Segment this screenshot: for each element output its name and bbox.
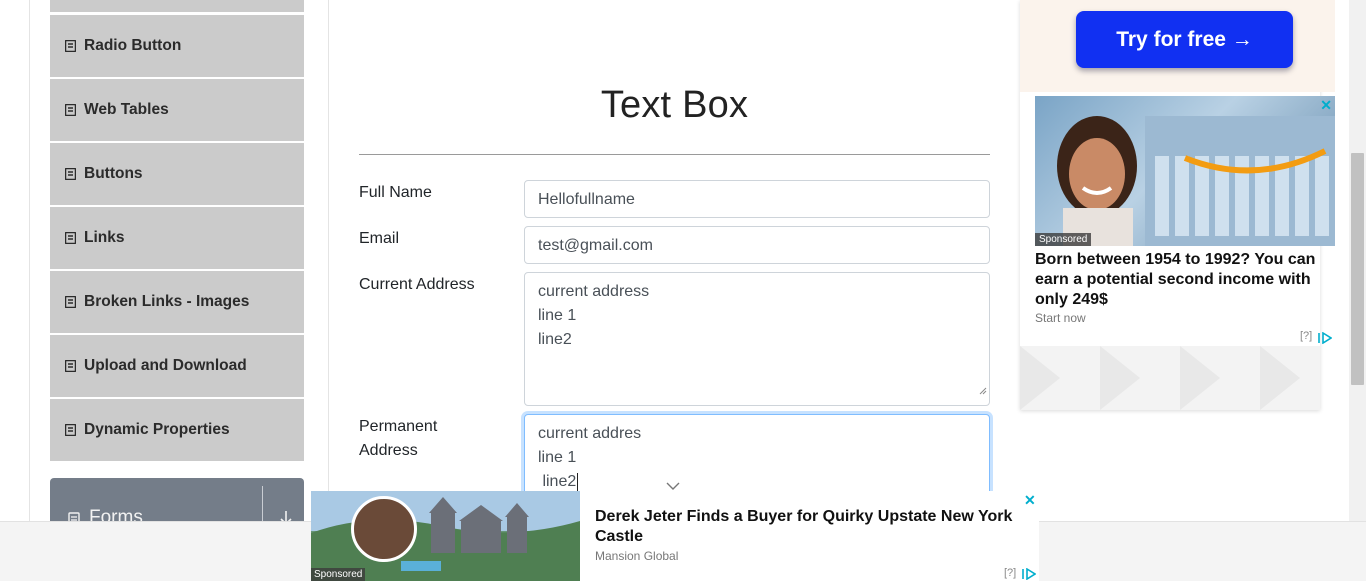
- page: Radio Button Web Tables Buttons Links Br…: [0, 0, 1366, 581]
- ad-image-graphic: [1057, 116, 1335, 246]
- sidebar-item-check-box[interactable]: [50, 0, 304, 12]
- resize-grip-icon[interactable]: [978, 379, 987, 403]
- sidebar-item-web-tables[interactable]: Web Tables: [50, 79, 304, 141]
- sidebar-item-upload-download[interactable]: Upload and Download: [50, 335, 304, 397]
- sidebar-item-broken-links[interactable]: Broken Links - Images: [50, 271, 304, 333]
- ad-bottom[interactable]: Sponsored Derek Jeter Finds a Buyer for …: [311, 491, 1039, 581]
- avatar: [351, 496, 417, 562]
- ad-image[interactable]: Sponsored ✕: [1035, 96, 1335, 246]
- sidebar-item-label: Links: [84, 229, 125, 246]
- scrollbar-thumb[interactable]: [1351, 153, 1364, 385]
- sidebar-item-label: Buttons: [84, 165, 143, 182]
- ad-info-link[interactable]: [?]: [1300, 330, 1312, 342]
- email-value: test@gmail.com: [538, 237, 653, 254]
- sidebar-item-label: Web Tables: [84, 101, 169, 118]
- email-input[interactable]: test@gmail.com: [524, 226, 990, 264]
- text-caret: [577, 472, 579, 491]
- sidebar-item-buttons[interactable]: Buttons: [50, 143, 304, 205]
- book-icon: [65, 424, 76, 436]
- book-icon: [65, 360, 76, 372]
- try-for-free-button[interactable]: Try for free →: [1076, 11, 1293, 68]
- ad-banner-top: Try for free →: [1020, 0, 1335, 92]
- email-label: Email: [359, 230, 400, 247]
- textarea-line: line 1: [538, 449, 577, 466]
- sidebar-item-links[interactable]: Links: [50, 207, 304, 269]
- textarea-line: line 1: [538, 307, 577, 324]
- book-icon: [65, 168, 76, 180]
- full-name-label: Full Name: [359, 184, 432, 201]
- book-icon: [65, 40, 76, 52]
- permanent-address-label: Permanent Address: [359, 415, 437, 463]
- sidebar-item-label: Radio Button: [84, 37, 182, 54]
- book-icon: [65, 296, 76, 308]
- current-address-label: Current Address: [359, 276, 475, 293]
- ad-source[interactable]: Start now: [1035, 311, 1086, 325]
- ad-info-link[interactable]: [?]: [1004, 567, 1016, 579]
- sidebar-item-label: Broken Links - Images: [84, 293, 250, 310]
- textarea-line: line2: [538, 331, 572, 348]
- ad-bottom-source[interactable]: Mansion Global: [595, 549, 678, 563]
- label-line: Permanent: [359, 418, 438, 435]
- book-icon: [65, 104, 76, 116]
- full-name-value: Hellofullname: [538, 191, 635, 208]
- ad-bottom-image[interactable]: Sponsored: [311, 491, 580, 581]
- textarea-line: current address: [538, 283, 650, 300]
- book-icon: [65, 232, 76, 244]
- title-divider: [359, 154, 990, 155]
- left-gutter-divider: [29, 0, 30, 521]
- textarea-line-text: line2: [538, 473, 577, 490]
- sidebar-divider: [328, 0, 329, 521]
- adchoices-icon[interactable]: [1318, 331, 1333, 349]
- sidebar: Radio Button Web Tables Buttons Links Br…: [50, 0, 304, 528]
- ad-headline[interactable]: Born between 1954 to 1992? You can earn …: [1035, 250, 1325, 310]
- sidebar-item-label: Dynamic Properties: [84, 421, 230, 438]
- ad-bottom-title[interactable]: Derek Jeter Finds a Buyer for Quirky Ups…: [595, 507, 1025, 547]
- full-name-input[interactable]: Hellofullname: [524, 180, 990, 218]
- current-address-textarea[interactable]: current address line 1 line2: [524, 272, 990, 406]
- textarea-line: current addres: [538, 425, 642, 442]
- sidebar-item-dynamic-properties[interactable]: Dynamic Properties: [50, 399, 304, 461]
- sidebar-item-radio-button[interactable]: Radio Button: [50, 15, 304, 77]
- page-title: Text Box: [600, 84, 749, 126]
- pattern-graphic: [1020, 346, 1300, 410]
- ad-right[interactable]: Try for free → Sponsored ✕ Born between …: [1020, 0, 1335, 410]
- sidebar-item-label: Upload and Download: [84, 357, 247, 374]
- ad-pattern-background: [1020, 346, 1320, 410]
- close-icon[interactable]: ✕: [1024, 492, 1036, 509]
- close-icon[interactable]: ✕: [1320, 97, 1332, 114]
- label-line: Address: [359, 442, 418, 459]
- sponsored-badge: Sponsored: [1035, 233, 1092, 246]
- adchoices-icon[interactable]: [1022, 567, 1037, 581]
- sponsored-badge: Sponsored: [311, 568, 366, 581]
